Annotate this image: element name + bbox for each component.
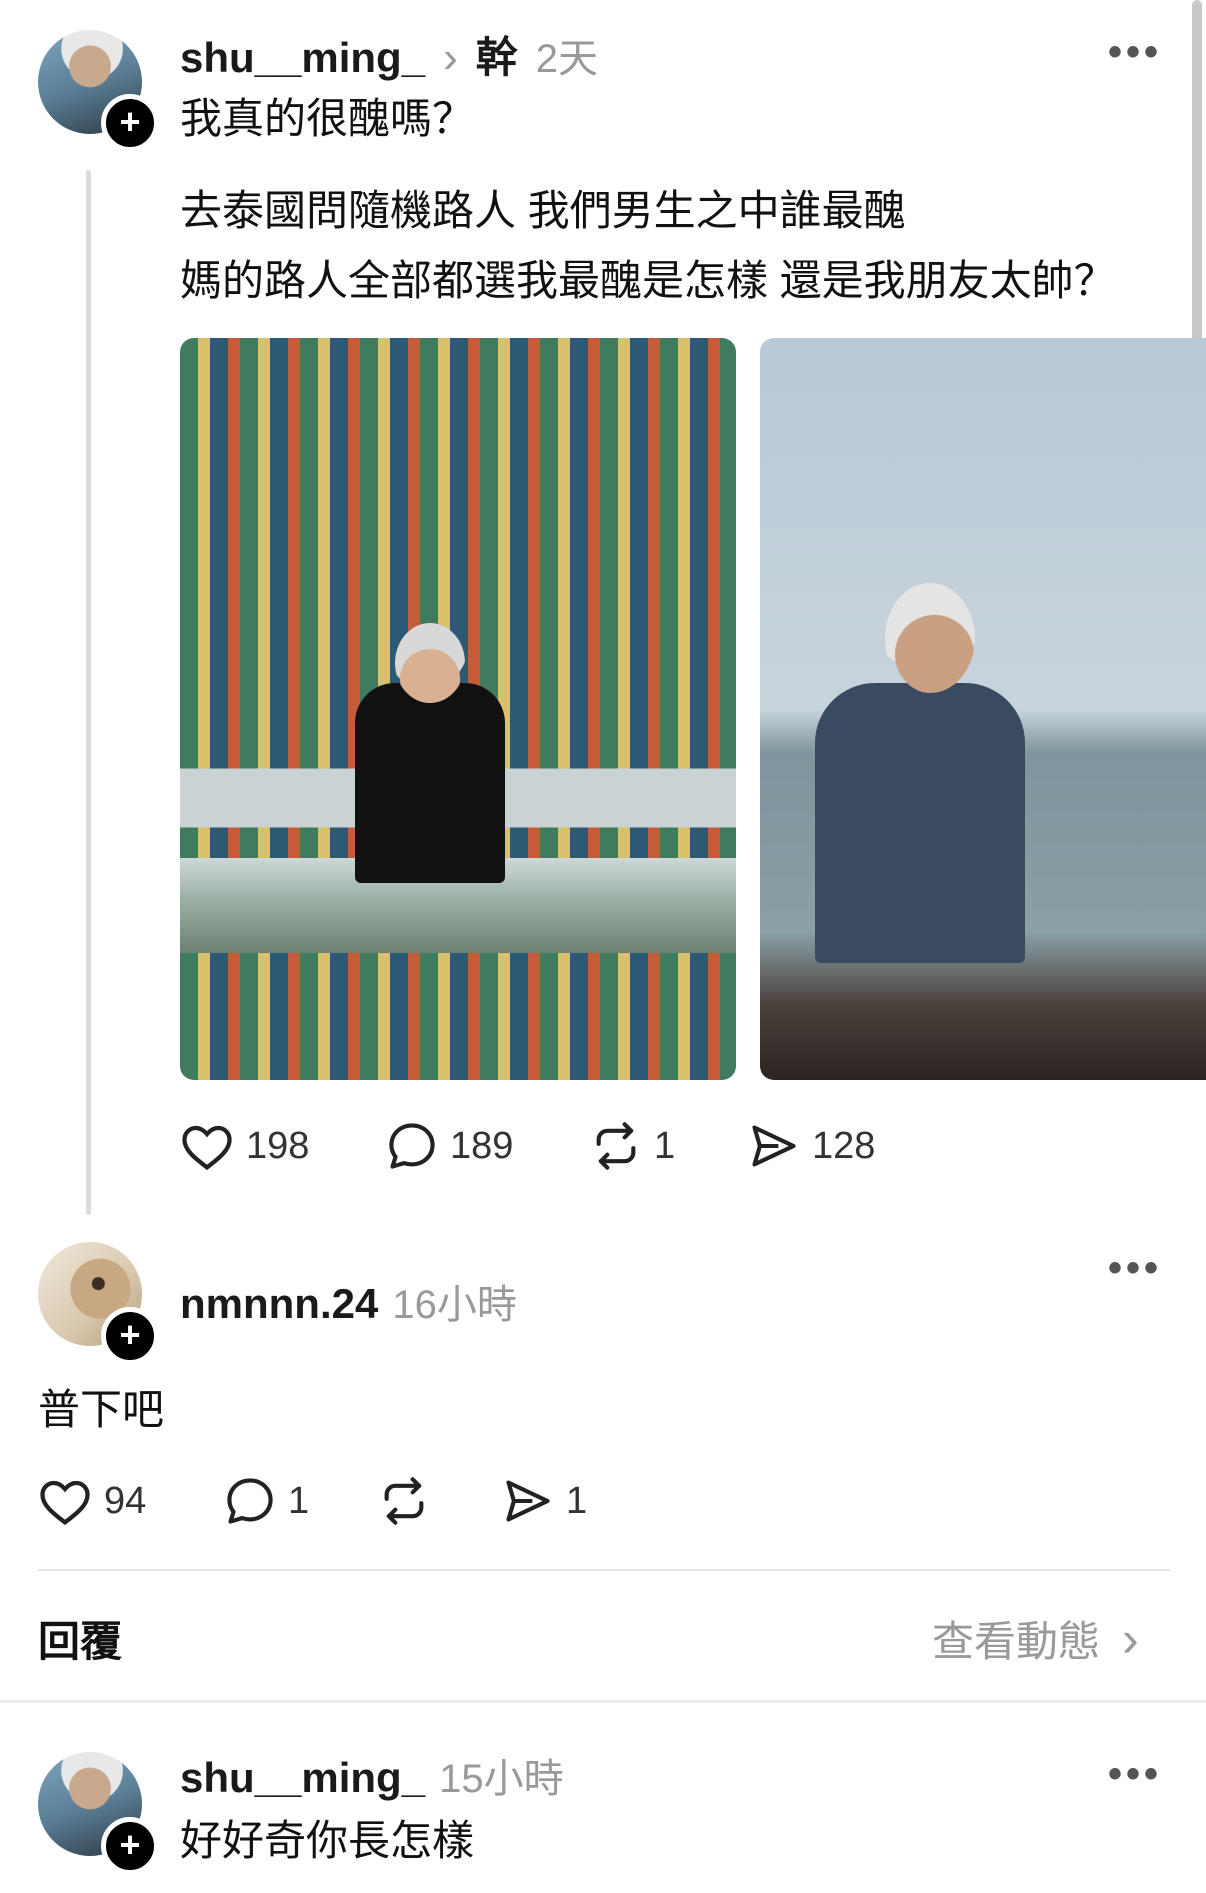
repost-icon: [596, 1122, 636, 1170]
like-count: 94: [104, 1479, 147, 1522]
person-blue-shirt: [815, 683, 1025, 963]
post-actions: 198 189 1 128: [180, 1120, 875, 1172]
heart-icon: [182, 1125, 232, 1171]
post-title: 我真的很醜嗎？: [180, 95, 475, 142]
person-head: [395, 623, 465, 703]
follow-plus-icon[interactable]: +: [101, 1817, 159, 1875]
post-username[interactable]: shu__ming_: [180, 34, 425, 82]
share-button[interactable]: 1: [502, 1475, 587, 1527]
send-icon: [506, 1480, 550, 1522]
post-body-line-2: 媽的路人全部都選我最醜是怎樣 還是我朋友太帥？: [180, 257, 1116, 304]
reply-username[interactable]: shu__ming_: [180, 1754, 425, 1802]
chevron-right-icon: ›: [443, 33, 458, 82]
thread-line: [86, 170, 91, 1215]
replies-heading: 回覆: [38, 1618, 123, 1665]
post-photo-temple[interactable]: [180, 338, 736, 1080]
comment-button[interactable]: 1: [224, 1475, 378, 1527]
post-topic[interactable]: 幹: [476, 24, 518, 85]
more-options-button[interactable]: •••: [1108, 1246, 1162, 1291]
repost-count: 1: [654, 1124, 676, 1167]
share-button[interactable]: 128: [748, 1120, 875, 1172]
divider: [38, 1569, 1170, 1571]
reply-text: 好好奇你長怎樣: [180, 1817, 475, 1864]
comment-count: 1: [288, 1479, 310, 1522]
reply-time: 15小時: [439, 1757, 564, 1801]
reply-header: nmnnn.24 16小時: [180, 1272, 517, 1330]
more-options-button[interactable]: •••: [1108, 1752, 1162, 1797]
reply-header: shu__ming_ 15小時: [180, 1746, 564, 1804]
repost-icon: [384, 1477, 424, 1525]
post-body-line-1: 去泰國問隨機路人 我們男生之中誰最醜: [180, 187, 906, 234]
person-black-shirt: [355, 683, 505, 883]
reply-time: 16小時: [392, 1283, 517, 1327]
follow-plus-icon[interactable]: +: [101, 1307, 159, 1365]
chevron-right-icon: ›: [1122, 1610, 1139, 1667]
repost-button[interactable]: [378, 1475, 502, 1527]
comment-button[interactable]: 189: [386, 1120, 590, 1172]
share-count: 128: [812, 1124, 876, 1167]
post-time: 2天: [535, 37, 598, 81]
share-count: 1: [566, 1479, 588, 1522]
reply-username[interactable]: nmnnn.24: [180, 1280, 378, 1328]
heart-icon: [40, 1480, 90, 1526]
send-icon: [752, 1125, 796, 1167]
more-options-button[interactable]: •••: [1108, 30, 1162, 75]
reply-text: 普下吧: [38, 1386, 165, 1433]
reply-actions: 94 1 1: [38, 1475, 587, 1527]
post-header: shu__ming_ › 幹 2天: [180, 24, 598, 85]
like-button[interactable]: 198: [180, 1121, 386, 1171]
view-activity-link[interactable]: 查看動態 ›: [932, 1608, 1139, 1669]
comment-icon: [227, 1478, 273, 1524]
comment-count: 189: [450, 1124, 514, 1167]
section-divider: [0, 1700, 1206, 1703]
like-count: 198: [246, 1124, 310, 1167]
person-head: [885, 583, 975, 693]
post-photo-seaside[interactable]: [760, 338, 1206, 1080]
like-button[interactable]: 94: [38, 1476, 224, 1526]
follow-plus-icon[interactable]: +: [101, 94, 159, 152]
view-activity-label: 查看動態: [932, 1618, 1101, 1665]
comment-icon: [389, 1123, 435, 1169]
repost-button[interactable]: 1: [590, 1120, 748, 1172]
